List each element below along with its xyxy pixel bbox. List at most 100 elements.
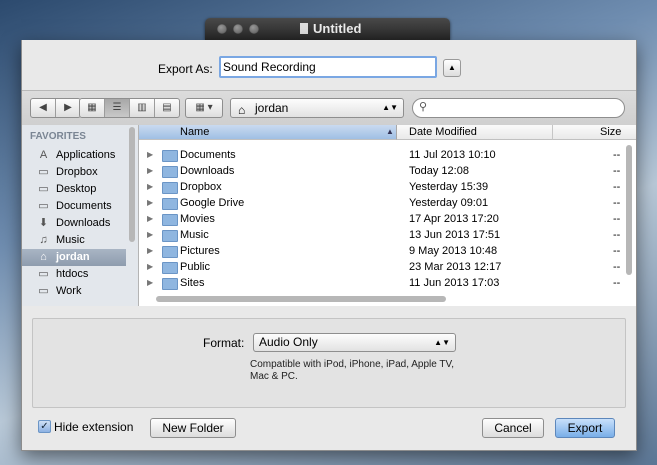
home-icon: ⌂: [40, 251, 47, 263]
sidebar-item-dropbox[interactable]: ▭ Dropbox: [22, 164, 126, 181]
file-row[interactable]: ▶ Pictures 9 May 2013 10:48 --: [139, 243, 625, 259]
disclosure-triangle-icon[interactable]: ▶: [147, 259, 153, 275]
folder-icon: [162, 230, 178, 242]
folder-icon: [162, 150, 178, 162]
column-header-label: Size: [600, 126, 622, 138]
disclosure-triangle-icon[interactable]: ▶: [147, 211, 153, 227]
chevron-up-icon: ▲: [448, 63, 456, 72]
music-icon: ♫: [39, 234, 48, 246]
format-label: Format:: [203, 336, 245, 350]
file-date: Yesterday 15:39: [409, 181, 489, 193]
file-date: 11 Jul 2013 10:10: [409, 149, 496, 161]
collapse-sheet-button[interactable]: ▲: [443, 59, 461, 77]
new-folder-button[interactable]: New Folder: [150, 418, 236, 438]
column-header-size[interactable]: Size: [553, 125, 636, 140]
sidebar-item-htdocs[interactable]: ▭ htdocs: [22, 266, 126, 283]
file-row[interactable]: ▶ Google Drive Yesterday 09:01 --: [139, 195, 625, 211]
hide-extension-label[interactable]: Hide extension: [54, 420, 133, 434]
document-icon: [300, 23, 308, 34]
folder-icon: ▭: [38, 183, 49, 195]
format-description: Compatible with iPod, iPhone, iPad, Appl…: [250, 359, 455, 382]
file-size: --: [613, 229, 621, 241]
coverflow-view-button[interactable]: ▤: [155, 99, 179, 117]
disclosure-triangle-icon[interactable]: ▶: [147, 195, 153, 211]
folder-icon: [162, 214, 178, 226]
zoom-window-icon[interactable]: [249, 24, 259, 34]
close-window-icon[interactable]: [217, 24, 227, 34]
export-as-input[interactable]: [219, 56, 437, 78]
file-date: Yesterday 09:01: [409, 197, 489, 209]
disclosure-triangle-icon[interactable]: ▶: [147, 163, 153, 179]
file-row[interactable]: ▶ Dropbox Yesterday 15:39 --: [139, 179, 625, 195]
sidebar-item-music[interactable]: ♫ Music: [22, 232, 126, 249]
folder-icon: ▭: [38, 285, 49, 297]
column-view-button[interactable]: ▥: [130, 99, 155, 117]
sidebar-item-label: Music: [56, 234, 85, 246]
file-row[interactable]: ▶ Music 13 Jun 2013 17:51 --: [139, 227, 625, 243]
sidebar-heading: FAVORITES: [30, 131, 86, 142]
disclosure-triangle-icon[interactable]: ▶: [147, 243, 153, 259]
export-button[interactable]: Export: [555, 418, 615, 438]
downloads-icon: ⬇: [38, 217, 49, 229]
search-field[interactable]: ⚲: [412, 98, 625, 118]
browser-toolbar: ◀ ▶ ▦ ☰ ▥ ▤ ▦ ▾ ⌂ jordan ▲▼ ⚲: [22, 90, 636, 126]
file-row[interactable]: ▶ Downloads Today 12:08 --: [139, 163, 625, 179]
file-size: --: [613, 197, 621, 209]
forward-button[interactable]: ▶: [56, 99, 80, 117]
icon-view-button[interactable]: ▦: [80, 99, 105, 117]
applications-icon: A: [39, 149, 48, 161]
folder-icon: ▭: [38, 166, 49, 178]
column-header-label: Name: [180, 126, 210, 138]
location-label: jordan: [255, 101, 289, 115]
file-row[interactable]: ▶ Movies 17 Apr 2013 17:20 --: [139, 211, 625, 227]
disclosure-triangle-icon[interactable]: ▶: [147, 227, 153, 243]
file-name: Dropbox: [180, 181, 222, 193]
folder-icon: [162, 166, 178, 178]
file-date: 17 Apr 2013 17:20: [409, 213, 499, 225]
sidebar-item-jordan[interactable]: ⌂ jordan: [22, 249, 126, 266]
file-row[interactable]: ▶ Documents 11 Jul 2013 10:10 --: [139, 147, 625, 163]
disclosure-triangle-icon[interactable]: ▶: [147, 179, 153, 195]
checkmark-icon: ✓: [40, 421, 49, 432]
view-mode-control: ▦ ☰ ▥ ▤: [79, 98, 180, 118]
sidebar-item-label: Dropbox: [56, 166, 98, 178]
file-name: Public: [180, 261, 210, 273]
hide-extension-checkbox[interactable]: ✓: [38, 420, 51, 433]
file-name: Downloads: [180, 165, 235, 177]
sidebar-item-work[interactable]: ▭ Work: [22, 283, 126, 300]
location-popup[interactable]: ⌂ jordan ▲▼: [230, 98, 404, 118]
file-name: Sites: [180, 277, 205, 289]
disclosure-triangle-icon[interactable]: ▶: [147, 275, 153, 291]
minimize-window-icon[interactable]: [233, 24, 243, 34]
back-button[interactable]: ◀: [31, 99, 56, 117]
file-date: 11 Jun 2013 17:03: [409, 277, 500, 289]
file-list: Name ▲ Date Modified Size ▶ Documents 11…: [139, 125, 636, 306]
format-options-panel: Format: Audio Only ▲▼ Compatible with iP…: [32, 318, 626, 408]
folder-icon: [162, 262, 178, 274]
sidebar-item-label: Applications: [56, 149, 116, 161]
file-row[interactable]: ▶ Sites 11 Jun 2013 17:03 --: [139, 275, 625, 291]
disclosure-triangle-icon[interactable]: ▶: [147, 147, 153, 163]
file-name: Pictures: [180, 245, 220, 257]
column-header-date[interactable]: Date Modified: [397, 125, 553, 140]
file-name: Documents: [180, 149, 236, 161]
sidebar-item-desktop[interactable]: ▭ Desktop: [22, 181, 126, 198]
file-size: --: [613, 213, 621, 225]
list-view-button[interactable]: ☰: [105, 99, 130, 117]
folder-icon: [162, 198, 178, 210]
arrange-button[interactable]: ▦ ▾: [186, 99, 222, 117]
format-popup[interactable]: Audio Only ▲▼: [253, 333, 456, 352]
horizontal-scrollbar[interactable]: [156, 296, 446, 302]
sidebar-item-documents[interactable]: ▭ Documents: [22, 198, 126, 215]
file-name: Google Drive: [180, 197, 245, 209]
file-size: --: [613, 277, 621, 289]
sidebar-scrollbar[interactable]: [129, 127, 135, 242]
cancel-button[interactable]: Cancel: [482, 418, 544, 438]
sidebar-item-downloads[interactable]: ⬇ Downloads: [22, 215, 126, 232]
sidebar-item-label: jordan: [56, 251, 90, 263]
file-row[interactable]: ▶ Public 23 Mar 2013 12:17 --: [139, 259, 625, 275]
vertical-scrollbar[interactable]: [626, 145, 632, 275]
column-header-name[interactable]: Name ▲: [139, 125, 397, 140]
sidebar-item-label: Work: [56, 285, 82, 297]
sidebar-item-applications[interactable]: A Applications: [22, 147, 126, 164]
